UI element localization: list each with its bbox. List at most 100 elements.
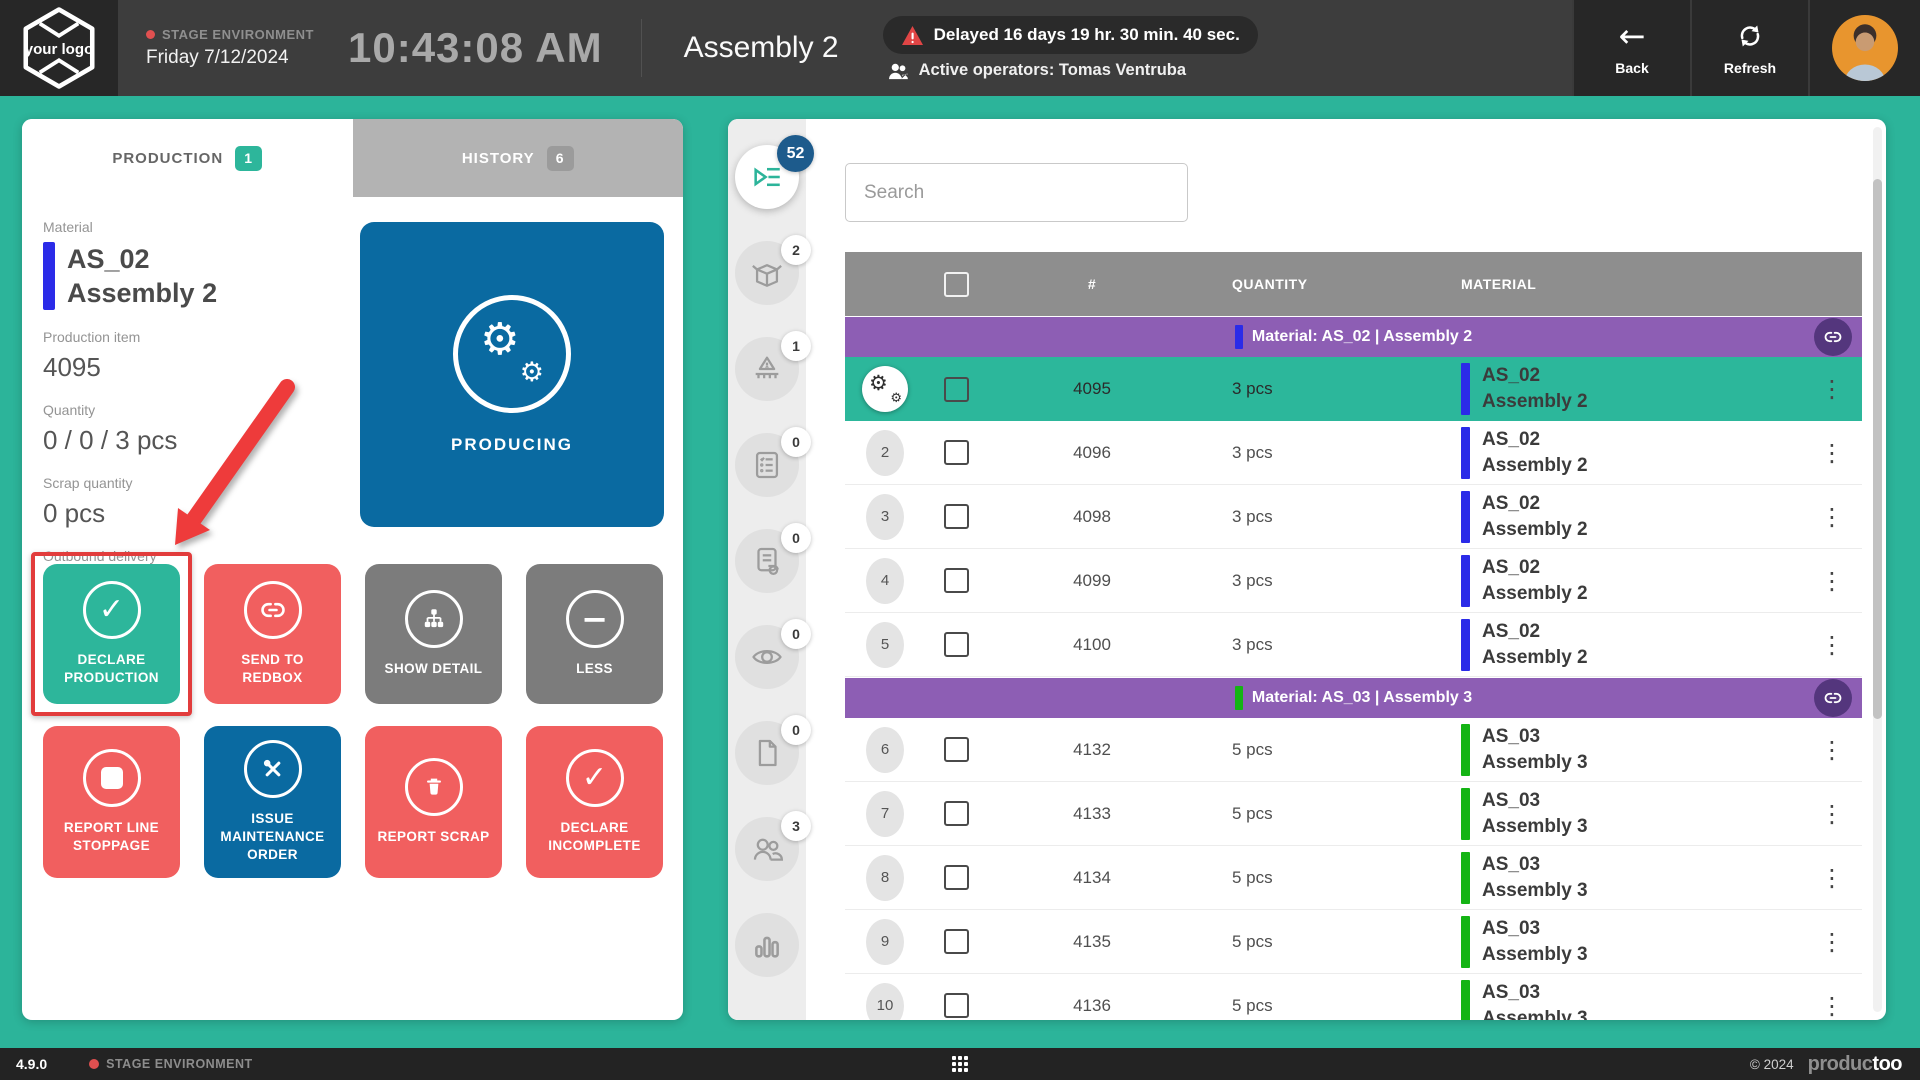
row-material-code: AS_02 (1482, 619, 1588, 645)
table-row[interactable]: 9 4135 5 pcs AS_03 Assembly 3 (845, 910, 1862, 974)
material-color-bar (43, 242, 55, 310)
row-menu-button[interactable] (1802, 800, 1862, 828)
line-stoppage-view-button[interactable]: 1 (735, 337, 799, 401)
clock: 10:43:08 AM (348, 24, 603, 72)
show-detail-button[interactable]: SHOW DETAIL (365, 564, 502, 704)
table-row[interactable]: 3 4098 3 pcs AS_02 Assembly 2 (845, 485, 1862, 549)
current-date: Friday 7/12/2024 (146, 47, 314, 69)
app-footer: 4.9.0 STAGE ENVIRONMENT © 2024 productoo (0, 1048, 1920, 1080)
scrollbar-thumb[interactable] (1873, 179, 1882, 719)
row-index: 2 (866, 430, 904, 476)
table-row[interactable]: 8 4134 5 pcs AS_03 Assembly 3 (845, 846, 1862, 910)
watch-view-button[interactable]: 0 (735, 625, 799, 689)
statistics-view-button[interactable] (735, 913, 799, 977)
producing-status-tile[interactable]: PRODUCING (360, 222, 664, 527)
tab-production[interactable]: PRODUCTION 1 (22, 119, 353, 197)
back-button[interactable]: Back (1572, 0, 1690, 96)
active-operators: Active operators: Tomas Ventruba (919, 61, 1186, 80)
environment-status-dot (89, 1059, 99, 1069)
row-menu-button[interactable] (1802, 631, 1862, 659)
documents-view-button[interactable]: 0 (735, 721, 799, 785)
check-circle-icon (566, 749, 624, 807)
row-material-code: AS_02 (1482, 491, 1588, 517)
declare-incomplete-button[interactable]: DECLARE INCOMPLETE (526, 726, 663, 878)
material-color-bar (1461, 724, 1470, 776)
row-quantity: 3 pcs (1197, 507, 1437, 527)
row-checkbox[interactable] (944, 737, 969, 762)
tools-icon (244, 740, 302, 798)
row-checkbox[interactable] (944, 632, 969, 657)
orders-panel: 52 2 1 0 (728, 119, 1886, 1020)
row-quantity: 3 pcs (1197, 443, 1437, 463)
row-menu-button[interactable] (1802, 567, 1862, 595)
material-color-bar (1461, 788, 1470, 840)
row-checkbox[interactable] (944, 440, 969, 465)
operators-view-button[interactable]: 3 (735, 817, 799, 881)
tab-production-badge: 1 (235, 146, 262, 171)
row-checkbox[interactable] (944, 377, 969, 402)
row-index: 4 (866, 558, 904, 604)
row-checkbox[interactable] (944, 993, 969, 1018)
quantity-label: Quantity (43, 402, 343, 418)
material-color-bar (1461, 427, 1470, 479)
back-label: Back (1615, 60, 1648, 76)
row-checkbox[interactable] (944, 801, 969, 826)
table-row[interactable]: 5 4100 3 pcs AS_02 Assembly 2 (845, 613, 1862, 677)
material-group-row: Material: AS_02 | Assembly 2 (845, 317, 1862, 357)
table-row[interactable]: 10 4136 5 pcs AS_03 Assembly 3 (845, 974, 1862, 1020)
row-material-code: AS_02 (1482, 427, 1588, 453)
warning-icon (901, 25, 924, 46)
check-circle-icon (83, 581, 141, 639)
table-row[interactable]: 6 4132 5 pcs AS_03 Assembly 3 (845, 718, 1862, 782)
table-row[interactable]: 4095 3 pcs AS_02 Assembly 2 (845, 357, 1862, 421)
group-link-button[interactable] (1814, 318, 1852, 356)
row-number: 4099 (987, 571, 1197, 591)
handover-view-button[interactable]: 0 (735, 529, 799, 593)
group-link-button[interactable] (1814, 679, 1852, 717)
table-row[interactable]: 7 4133 5 pcs AS_03 Assembly 3 (845, 782, 1862, 846)
footer-environment-label: STAGE ENVIRONMENT (106, 1057, 252, 1071)
declare-production-button[interactable]: DECLARE PRODUCTION (43, 564, 180, 704)
report-line-stoppage-button[interactable]: REPORT LINE STOPPAGE (43, 726, 180, 878)
refresh-button[interactable]: Refresh (1690, 0, 1808, 96)
select-all-checkbox[interactable] (944, 272, 969, 297)
row-menu-button[interactable] (1802, 503, 1862, 531)
queue-view-button[interactable]: 52 (735, 145, 799, 209)
row-index: 5 (866, 622, 904, 668)
row-checkbox[interactable] (944, 929, 969, 954)
checklist-view-button[interactable]: 0 (735, 433, 799, 497)
material-color-bar (1461, 916, 1470, 968)
table-row[interactable]: 2 4096 3 pcs AS_02 Assembly 2 (845, 421, 1862, 485)
link-circle-icon (244, 581, 302, 639)
row-menu-button[interactable] (1802, 439, 1862, 467)
table-row[interactable]: 4 4099 3 pcs AS_02 Assembly 2 (845, 549, 1862, 613)
row-menu-button[interactable] (1802, 375, 1862, 403)
row-checkbox[interactable] (944, 865, 969, 890)
row-number: 4132 (987, 740, 1197, 760)
row-menu-button[interactable] (1802, 736, 1862, 764)
link-icon (1823, 688, 1843, 708)
row-quantity: 5 pcs (1197, 996, 1437, 1016)
user-avatar[interactable] (1808, 0, 1920, 96)
row-quantity: 3 pcs (1197, 379, 1437, 399)
row-menu-button[interactable] (1802, 928, 1862, 956)
tab-history[interactable]: HISTORY 6 (353, 119, 684, 197)
material-name: Assembly 2 (67, 276, 217, 310)
report-scrap-button[interactable]: REPORT SCRAP (365, 726, 502, 878)
packaging-view-button[interactable]: 2 (735, 241, 799, 305)
row-number: 4100 (987, 635, 1197, 655)
row-checkbox[interactable] (944, 504, 969, 529)
search-input[interactable] (845, 163, 1188, 222)
row-index: 8 (866, 855, 904, 901)
row-menu-button[interactable] (1802, 992, 1862, 1020)
row-menu-button[interactable] (1802, 864, 1862, 892)
less-button[interactable]: LESS (526, 564, 663, 704)
row-checkbox[interactable] (944, 568, 969, 593)
apps-grid-button[interactable] (952, 1056, 968, 1072)
send-to-redbox-button[interactable]: SEND TO REDBOX (204, 564, 341, 704)
row-quantity: 5 pcs (1197, 740, 1437, 760)
view-rail: 52 2 1 0 (728, 119, 806, 1020)
gears-icon (453, 295, 571, 413)
scrap-quantity-label: Scrap quantity (43, 475, 343, 491)
issue-maintenance-order-button[interactable]: ISSUE MAINTENANCE ORDER (204, 726, 341, 878)
